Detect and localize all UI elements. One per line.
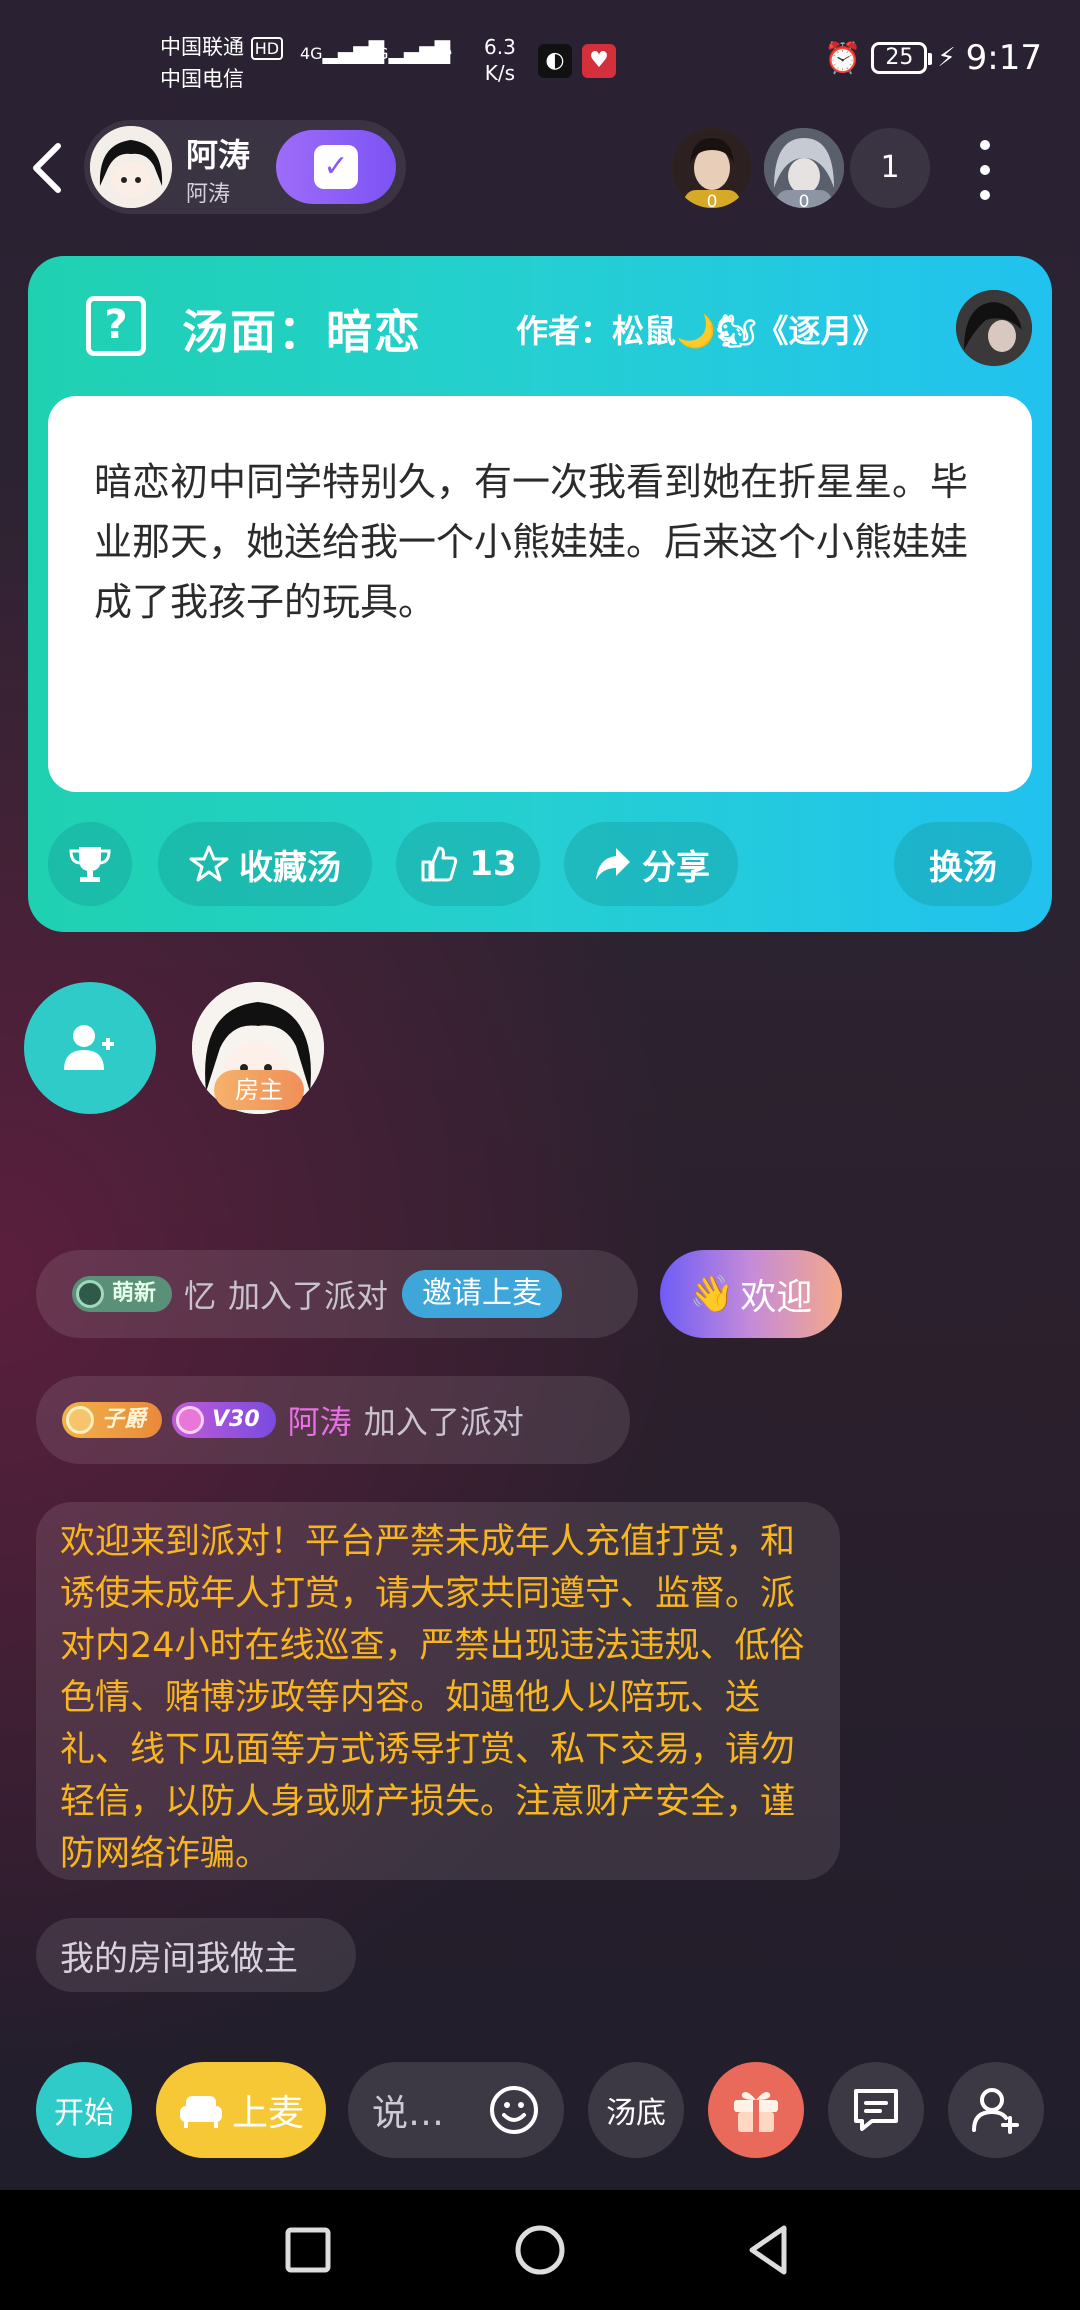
like-button[interactable]: 13 [396, 822, 540, 906]
system-nav-bar [0, 2190, 1080, 2310]
soup-card: ? 汤面：暗恋 作者：松鼠🌙🐿《逐月》 暗恋初中同学特别久，有一次我看到她在折星… [28, 256, 1052, 932]
top-user-score-2: 0 [776, 190, 832, 208]
soup-answer-button[interactable]: 汤底 [588, 2062, 684, 2158]
author-avatar[interactable] [956, 290, 1032, 366]
share-arrow-icon [596, 848, 630, 880]
vip-level-badge: V30 [172, 1402, 276, 1438]
message-button[interactable] [828, 2062, 924, 2158]
gift-icon [734, 2092, 778, 2132]
home-icon[interactable] [512, 2220, 568, 2280]
chat-user-name[interactable]: 忆 [184, 1271, 216, 1317]
viscount-badge: 子爵 [62, 1402, 163, 1438]
more-icon[interactable] [975, 140, 995, 200]
hd-badge: HD [250, 37, 284, 60]
soup-content: 暗恋初中同学特别久，有一次我看到她在折星星。毕业那天，她送给我一个小熊娃娃。后来… [48, 396, 1032, 792]
welcome-button[interactable]: 👋 欢迎 [660, 1250, 842, 1338]
network-speed: 6.3 K/s [484, 35, 516, 85]
host-info[interactable]: 阿涛 阿涛 ✓ [84, 120, 406, 214]
chat-user-name[interactable]: 阿涛 [288, 1397, 352, 1443]
clock: 9:17 [965, 38, 1042, 78]
message-icon [854, 2089, 898, 2131]
chat-text: 加入了派对 [363, 1403, 524, 1441]
online-count[interactable]: 1 [850, 128, 930, 208]
heart-app-icon: ♥ [582, 44, 616, 78]
newbie-badge: 萌新 [72, 1276, 173, 1312]
status-right: ⏰ 25 ⚡ 9:17 [824, 38, 1042, 78]
owner-tag: 房主 [214, 1070, 304, 1110]
trophy-icon [69, 847, 111, 882]
collect-button[interactable]: 收藏汤 [158, 822, 372, 906]
recent-apps-icon[interactable] [284, 2220, 334, 2280]
back-icon[interactable] [28, 138, 68, 198]
add-user-icon [64, 1025, 114, 1070]
add-person-icon [972, 2088, 1019, 2134]
mask-app-icon: ◐ [538, 44, 572, 78]
sofa-icon [179, 2096, 222, 2128]
soup-title: 汤面：暗恋 [182, 305, 422, 359]
host-name: 阿涛 [186, 136, 251, 174]
chat-text: 加入了派对 [228, 1277, 389, 1315]
check-icon: ✓ [314, 145, 358, 189]
carrier-info: 中国联通 HD 中国电信 [160, 32, 284, 94]
chat-input-placeholder: 说… [372, 2093, 445, 2134]
emoji-icon[interactable] [488, 2084, 540, 2136]
share-button[interactable]: 分享 [564, 822, 738, 906]
star-icon [189, 845, 229, 882]
question-icon: ? [86, 296, 146, 356]
soup-text: 暗恋初中同学特别久，有一次我看到她在折星星。毕业那天，她送给我一个小熊娃娃。后来… [94, 460, 969, 624]
invite-mic-button[interactable]: 邀请上麦 [402, 1270, 563, 1318]
host-id: 阿涛 [186, 182, 231, 207]
wave-hand-icon: 👋 [689, 1274, 735, 1315]
thumbs-up-icon [421, 846, 458, 882]
alarm-icon: ⏰ [824, 40, 862, 76]
trophy-button[interactable] [48, 822, 132, 906]
chat-message-join-2: 子爵 V30 阿涛 加入了派对 [36, 1376, 630, 1464]
change-soup-button[interactable]: 换汤 [894, 822, 1032, 906]
wifi-icon: ◠ [430, 38, 453, 68]
chat-input[interactable]: 说… [348, 2062, 564, 2158]
invite-friend-button[interactable] [948, 2062, 1044, 2158]
charging-icon: ⚡ [937, 43, 956, 73]
take-mic-button[interactable]: 上麦 [156, 2062, 326, 2158]
start-button[interactable]: 开始 [36, 2062, 132, 2158]
top-user-avatar-1[interactable]: 0 [672, 128, 752, 208]
chat-message-3: 我的房间我做主 [36, 1918, 356, 1992]
checkin-button[interactable]: ✓ [276, 130, 396, 204]
top-user-avatar-2[interactable]: 0 [764, 128, 844, 208]
status-bar: 中国联通 HD 中国电信 4G▂▄▆█ 2G▂▄▆█ ◠ 6.3 K/s ◐ ♥… [0, 0, 1080, 120]
soup-author: 作者：松鼠🌙🐿《逐月》 [516, 312, 885, 350]
battery-indicator: 25 [871, 42, 933, 74]
card-actions: 收藏汤 13 分享 换汤 [28, 822, 1052, 906]
gift-button[interactable] [708, 2062, 804, 2158]
host-avatar[interactable] [90, 126, 172, 208]
chat-message-join-1: 萌新 忆 加入了派对 邀请上麦 [36, 1250, 638, 1338]
system-notice: 欢迎来到派对！平台严禁未成年人充值打赏，和诱使未成年人打赏，请大家共同遵守、监督… [36, 1502, 840, 1880]
top-user-score-1: 0 [684, 190, 740, 208]
nav-back-icon[interactable] [744, 2220, 794, 2280]
invite-seat-button[interactable] [24, 982, 156, 1114]
